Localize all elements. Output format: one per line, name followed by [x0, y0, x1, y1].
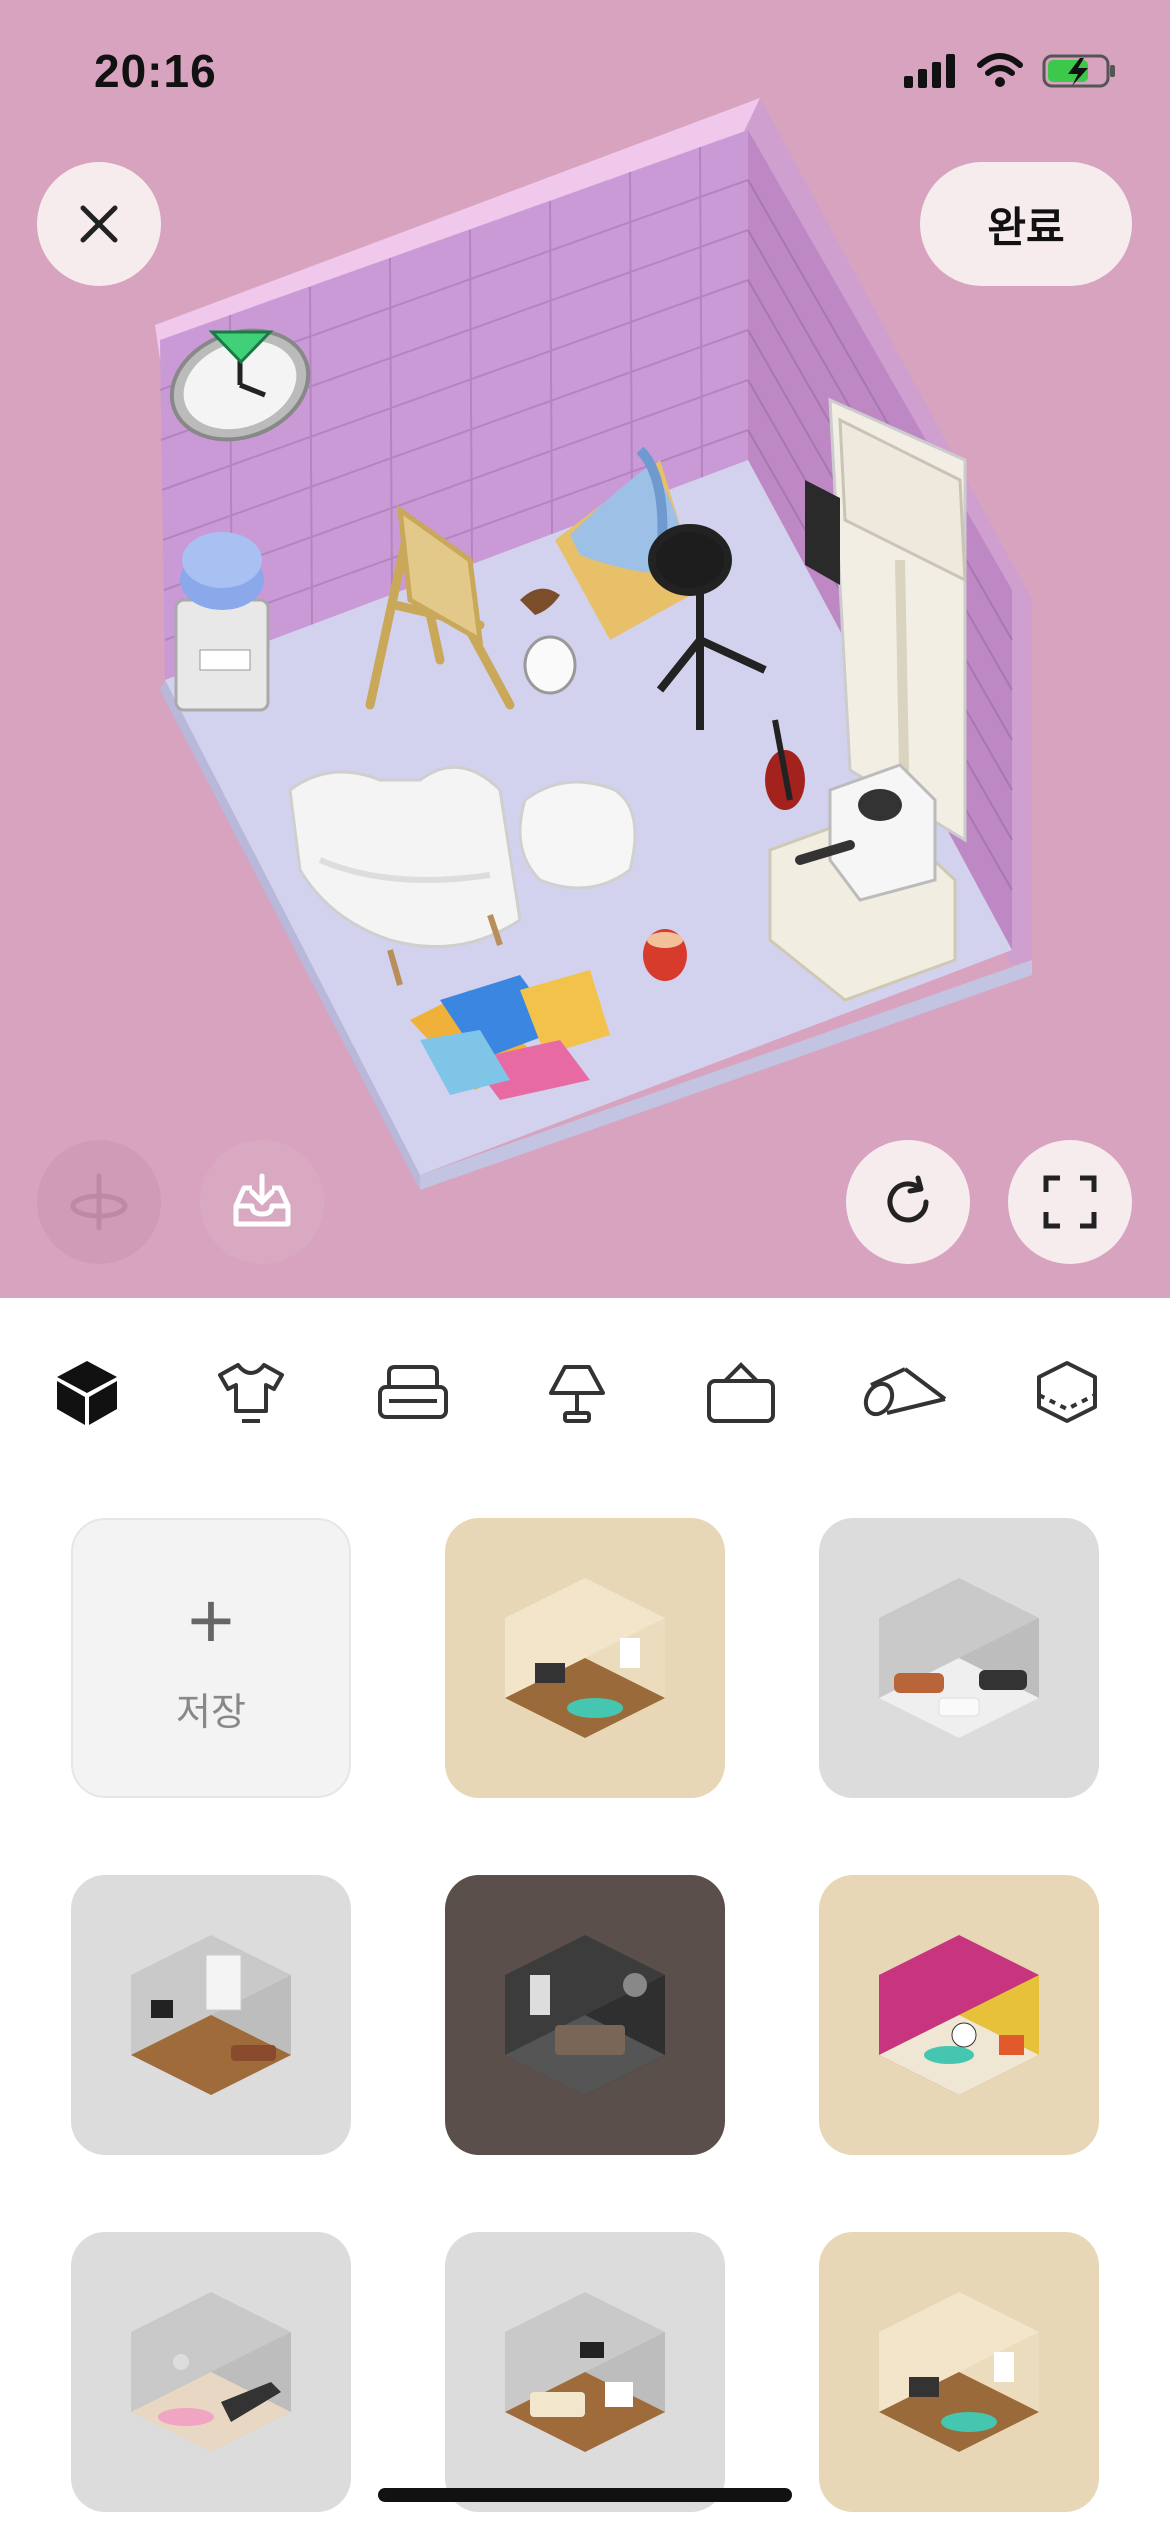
tab-room[interactable] [1012, 1338, 1122, 1448]
preset-tile[interactable] [445, 2232, 725, 2512]
shirt-icon [218, 1363, 284, 1423]
status-time: 20:16 [94, 45, 217, 97]
tab-preset[interactable] [32, 1338, 142, 1448]
preset-tile[interactable] [445, 1518, 725, 1798]
room-thumbnail [879, 1935, 1039, 2095]
frame-icon [707, 1362, 775, 1423]
room-thumbnail [879, 2292, 1039, 2452]
wifi-icon [977, 53, 1023, 87]
save-label: 저장 [176, 1691, 246, 1734]
room-thumbnail [505, 1578, 665, 1738]
download-button[interactable] [200, 1140, 324, 1264]
room-thumbnail [131, 1935, 291, 2095]
preset-tile[interactable] [819, 1518, 1099, 1798]
plus-icon: + [187, 1575, 235, 1665]
close-icon [80, 205, 118, 243]
room-thumbnail [505, 1935, 665, 2095]
reset-button[interactable] [846, 1140, 970, 1264]
status-icons [904, 52, 1118, 90]
save-preset-button[interactable]: + 저장 [71, 1518, 351, 1798]
refresh-icon [887, 1175, 929, 1223]
preset-tile[interactable] [71, 1875, 351, 2155]
tab-flooring[interactable] [850, 1338, 960, 1448]
tab-clothing[interactable] [196, 1338, 306, 1448]
done-button[interactable]: 완료 [920, 162, 1132, 286]
cube-icon [57, 1361, 117, 1425]
tab-furniture[interactable] [358, 1338, 468, 1448]
room-thumbnail [879, 1578, 1039, 1738]
signal-icon [904, 54, 955, 88]
lamp-icon [549, 1365, 605, 1423]
close-button[interactable] [37, 162, 161, 286]
room-thumbnail [131, 2292, 291, 2452]
home-indicator [378, 2488, 792, 2502]
fullscreen-icon [1043, 1175, 1097, 1229]
tab-lighting[interactable] [522, 1338, 632, 1448]
red-cup [643, 929, 687, 981]
rotate-3d-icon [70, 1173, 128, 1231]
status-bar: 20:16 [0, 0, 1170, 150]
sofa-icon [378, 1365, 448, 1419]
tray-download-icon [233, 1173, 291, 1227]
rug-icon [863, 1367, 947, 1417]
category-tabs [0, 1298, 1170, 1478]
tab-wall-decor[interactable] [686, 1338, 796, 1448]
ottoman [518, 780, 637, 890]
preset-tile[interactable] [819, 1875, 1099, 2155]
fullscreen-button[interactable] [1008, 1140, 1132, 1264]
room-editor-canvas[interactable]: 20:16 완료 [0, 0, 1170, 1298]
preset-tile[interactable] [445, 1875, 725, 2155]
rotate-view-button[interactable] [37, 1140, 161, 1264]
battery-charging-icon [1042, 54, 1115, 88]
water-cooler [174, 532, 270, 712]
room-thumbnail [505, 2292, 665, 2452]
preset-tile[interactable] [71, 2232, 351, 2512]
preset-tile[interactable] [819, 2232, 1099, 2512]
room-icon [1037, 1361, 1097, 1423]
